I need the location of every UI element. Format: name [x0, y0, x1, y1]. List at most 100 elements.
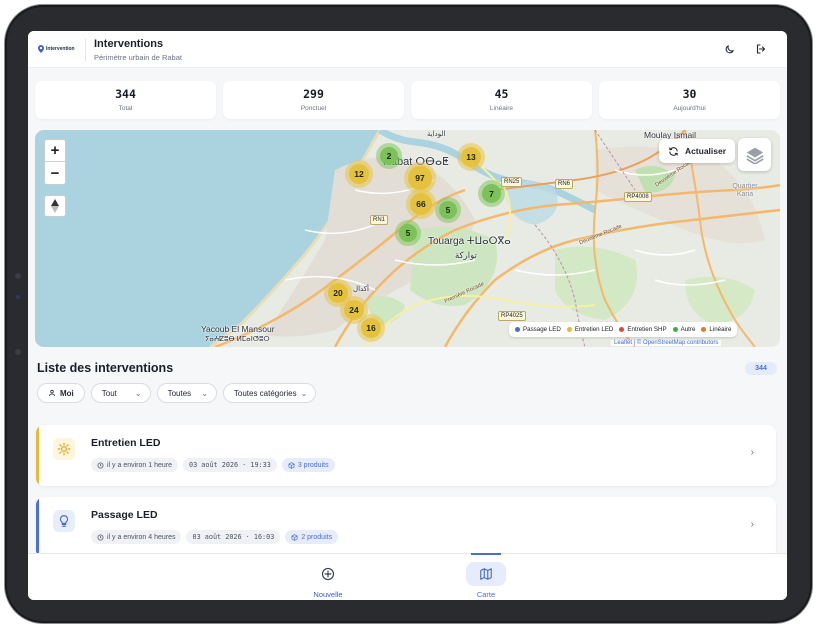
legend-dot: [515, 326, 520, 332]
map-icon: [480, 568, 492, 580]
intervention-card[interactable]: Passage LED il y a environ 4 heures 03 a…: [36, 497, 776, 558]
page-subtitle: Périmètre urbain de Rabat: [94, 53, 182, 62]
legend-item: Autre: [672, 326, 696, 333]
datetime: 03 août 2026 · 19:33: [188, 461, 271, 469]
plus-circle-icon: [321, 567, 335, 581]
nav-icon-wrap: [466, 562, 506, 586]
products-count: 2 produits: [301, 533, 333, 541]
filter-period-select[interactable]: Toutes ⌄: [156, 383, 217, 403]
compass-button[interactable]: [44, 195, 66, 217]
filter-category-value: Toutes catégories: [233, 388, 297, 398]
stat-value: 45: [494, 87, 509, 101]
map-cluster[interactable]: 2: [376, 143, 402, 169]
cluster-count: 12: [348, 163, 370, 185]
products-chip: 2 produits: [285, 530, 339, 544]
stat-value: 30: [682, 87, 697, 101]
layers-icon: [745, 147, 764, 164]
intervention-card[interactable]: Entretien LED il y a environ 1 heure 03 …: [36, 425, 776, 486]
app-logo: Intervention: [38, 45, 75, 53]
map-cluster[interactable]: 13: [457, 143, 485, 171]
road-tag: RN1: [370, 215, 389, 225]
cluster-count: 7: [481, 183, 502, 204]
legend-dot: [672, 326, 678, 332]
map-cluster[interactable]: 16: [357, 314, 385, 342]
legend-item: Linéaire: [701, 326, 731, 333]
products-chip: 3 produits: [281, 458, 335, 472]
stat-label: Aujourd'hui: [673, 105, 706, 112]
logout-button[interactable]: [754, 42, 768, 56]
relative-time-chip: il y a environ 4 heures: [91, 530, 182, 544]
nav-new[interactable]: Nouvelle: [298, 554, 358, 599]
zoom-control: + −: [44, 139, 66, 185]
filter-category-select[interactable]: Toutes catégories ⌄: [222, 383, 317, 403]
card-icon-wrap: [53, 510, 75, 532]
cluster-count: 66: [410, 193, 432, 215]
camera-dot: [15, 273, 21, 279]
app-screen: Intervention Interventions Périmètre urb…: [28, 31, 787, 600]
legend-label: Entretien LED: [574, 326, 614, 333]
sensor-dot: [16, 295, 20, 299]
filter-status-value: Tout: [101, 388, 117, 398]
road-tag: RN6: [555, 179, 574, 189]
stat-label: Linéaire: [489, 105, 514, 112]
nav-icon-wrap: [308, 562, 348, 586]
legend-label: Entretien SHP: [627, 326, 667, 333]
refresh-button[interactable]: Actualiser: [659, 139, 735, 163]
page-title: Interventions: [94, 38, 164, 50]
bottom-nav: Nouvelle Carte: [28, 553, 787, 600]
card-accent: [36, 497, 39, 558]
filter-me-chip[interactable]: Moi: [37, 383, 85, 403]
list-count-badge: 344: [745, 362, 777, 375]
map-cluster[interactable]: 66: [406, 189, 436, 219]
filter-me-label: Moi: [60, 388, 74, 398]
legend-label: Linéaire: [709, 326, 732, 333]
chevron-down-icon: ⌄: [201, 388, 208, 398]
place-label-agdal: أكدال: [353, 286, 369, 293]
zoom-out-button[interactable]: −: [45, 162, 65, 184]
cluster-count: 97: [408, 166, 432, 190]
products-count: 3 produits: [297, 461, 329, 469]
filter-status-select[interactable]: Tout ⌄: [90, 383, 151, 403]
theme-toggle-button[interactable]: [722, 42, 736, 56]
road-tag: RP4008: [624, 192, 652, 202]
logo-text: Intervention: [46, 46, 75, 52]
chevron-right-icon: ›: [750, 447, 754, 458]
chevron-down-icon: ⌄: [300, 388, 308, 398]
map-cluster[interactable]: 5: [395, 220, 421, 246]
road-tag: RN25: [501, 177, 523, 187]
legend-item: Entretien LED: [566, 326, 614, 333]
stat-label: Total: [118, 105, 133, 112]
card-icon-wrap: [53, 438, 75, 460]
relative-time: il y a environ 1 heure: [107, 461, 172, 469]
bulb-icon: [59, 515, 69, 527]
card-meta: il y a environ 1 heure 03 août 2026 · 19…: [91, 458, 335, 472]
stat-label: Ponctuel: [300, 105, 327, 112]
stat-value: 299: [303, 87, 324, 101]
moon-icon: [725, 44, 734, 53]
zoom-in-button[interactable]: +: [45, 140, 65, 162]
cluster-count: 5: [398, 223, 418, 243]
place-label-touarga: Touarga ⵜⵡⴰⵔⴳⴰ: [428, 236, 511, 247]
road-tag: RP4025: [498, 311, 526, 321]
stat-today: 30 Aujourd'hui: [599, 81, 780, 119]
chevron-right-icon: ›: [750, 519, 754, 530]
stat-lineaire: 45 Linéaire: [411, 81, 592, 119]
nav-map[interactable]: Carte: [456, 553, 516, 599]
location-pin-icon: [38, 45, 44, 53]
datetime-chip: 03 août 2026 · 16:03: [186, 530, 281, 544]
compass-icon: [51, 199, 59, 213]
relative-time-chip: il y a environ 1 heure: [91, 458, 178, 472]
legend-label: Autre: [680, 326, 696, 333]
map-cluster[interactable]: 12: [345, 160, 373, 188]
legend-dot: [619, 326, 625, 332]
interventions-map[interactable]: Rabat ⵔⴱⴰⵟ Touarga ⵜⵡⴰⵔⴳⴰ تواركة Yacoub …: [35, 130, 780, 347]
place-label-quartier: Quartier Karia: [732, 183, 758, 198]
map-attribution[interactable]: Leaflet | © OpenStreetMap contributors: [611, 340, 722, 346]
layers-button[interactable]: [738, 138, 771, 171]
map-cluster[interactable]: 7: [478, 180, 505, 207]
clock-icon: [97, 534, 104, 540]
cluster-count: 5: [438, 200, 458, 220]
clock-icon: [97, 462, 104, 468]
map-cluster[interactable]: 5: [435, 197, 461, 223]
stat-value: 344: [115, 87, 136, 101]
